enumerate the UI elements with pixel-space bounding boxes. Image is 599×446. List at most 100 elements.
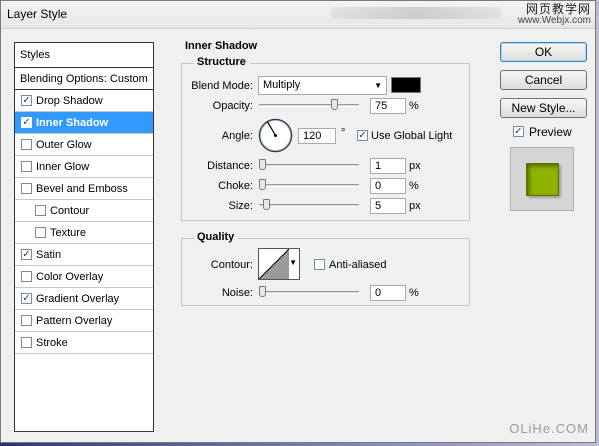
style-item-inner-shadow[interactable]: ✓ Inner Shadow	[15, 112, 153, 134]
shadow-color-swatch[interactable]	[391, 77, 421, 93]
style-item-checkbox[interactable]	[21, 183, 32, 194]
preview-label: Preview	[529, 125, 572, 139]
structure-title: Structure	[194, 56, 250, 68]
contour-linear-icon	[259, 249, 289, 279]
chevron-down-icon: ▼	[374, 81, 382, 90]
style-item-checkbox[interactable]: ✓	[21, 249, 32, 260]
style-item-bevel-and-emboss[interactable]: Bevel and Emboss	[15, 178, 153, 200]
noise-slider-thumb[interactable]	[259, 286, 266, 297]
choke-slider-thumb[interactable]	[259, 179, 266, 190]
style-item-checkbox[interactable]	[35, 205, 46, 216]
style-item-stroke[interactable]: Stroke	[15, 332, 153, 354]
style-item-pattern-overlay[interactable]: Pattern Overlay	[15, 310, 153, 332]
layer-style-dialog: Layer Style 网页教学网 www.Webjx.com Styles B…	[0, 0, 596, 443]
style-item-checkbox[interactable]	[21, 271, 32, 282]
angle-dial[interactable]	[258, 118, 293, 153]
style-item-checkbox[interactable]	[21, 161, 32, 172]
choke-label: Choke:	[218, 180, 253, 192]
blurred-title-text	[331, 7, 501, 19]
choke-slider-track[interactable]	[259, 184, 359, 187]
style-item-satin[interactable]: ✓ Satin	[15, 244, 153, 266]
size-slider-thumb[interactable]	[263, 199, 270, 210]
style-item-label: Outer Glow	[36, 138, 92, 151]
distance-slider-thumb[interactable]	[259, 159, 266, 170]
distance-slider-track[interactable]	[259, 164, 359, 167]
style-item-checkbox[interactable]	[21, 337, 32, 348]
title-bar: Layer Style 网页教学网 www.Webjx.com	[1, 1, 595, 29]
styles-header[interactable]: Styles	[15, 43, 153, 68]
style-item-checkbox[interactable]	[21, 139, 32, 150]
opacity-input[interactable]: 75	[370, 98, 406, 114]
angle-unit: °	[341, 127, 346, 139]
watermark-top-line2: www.Webjx.com	[517, 15, 591, 26]
style-item-label: Bevel and Emboss	[36, 182, 128, 195]
style-item-label: Contour	[50, 204, 90, 217]
size-unit: px	[409, 200, 421, 212]
use-global-light-checkbox[interactable]: ✓	[357, 130, 368, 141]
opacity-slider-track[interactable]	[259, 104, 359, 107]
size-input[interactable]: 5	[370, 198, 406, 214]
style-item-outer-glow[interactable]: Outer Glow	[15, 134, 153, 156]
style-item-label: Texture	[50, 226, 87, 239]
style-item-label: Inner Glow	[36, 160, 90, 173]
styles-header-label: Styles	[20, 49, 50, 61]
styles-list: Styles Blending Options: Custom ✓ Drop Sh…	[14, 42, 154, 432]
window-title: Layer Style	[7, 7, 68, 21]
angle-dial-icon	[258, 118, 293, 153]
watermark-bottom: OLiHe.COM	[509, 421, 589, 436]
style-item-checkbox[interactable]	[35, 227, 46, 238]
style-item-label: Gradient Overlay	[36, 292, 120, 305]
distance-input[interactable]: 1	[370, 158, 406, 174]
contour-picker[interactable]: ▼	[258, 248, 300, 280]
blend-mode-label: Blend Mode:	[191, 80, 253, 92]
noise-slider-track[interactable]	[259, 291, 359, 294]
size-slider-track[interactable]	[259, 204, 359, 207]
preview-swatch	[526, 163, 559, 196]
size-label: Size:	[228, 200, 253, 212]
style-item-label: Color Overlay	[36, 270, 104, 283]
style-item-checkbox[interactable]: ✓	[21, 293, 32, 304]
style-item-texture[interactable]: Texture	[15, 222, 153, 244]
angle-input[interactable]: 120	[298, 128, 336, 144]
anti-aliased-label: Anti-aliased	[329, 259, 387, 271]
style-item-label: Pattern Overlay	[36, 314, 113, 327]
distance-unit: px	[409, 160, 421, 172]
preview-checkbox[interactable]: ✓	[513, 126, 524, 137]
style-item-inner-glow[interactable]: Inner Glow	[15, 156, 153, 178]
watermark-top-line1: 网页教学网	[525, 2, 591, 16]
choke-unit: %	[409, 180, 419, 192]
new-style-button[interactable]: New Style...	[500, 98, 587, 118]
blending-options-item[interactable]: Blending Options: Custom	[15, 68, 153, 90]
noise-input[interactable]: 0	[370, 285, 406, 301]
blend-mode-select[interactable]: Multiply ▼	[258, 76, 387, 95]
choke-input[interactable]: 0	[370, 178, 406, 194]
inner-shadow-title: Inner Shadow	[182, 40, 262, 52]
use-global-light-label: Use Global Light	[371, 130, 453, 142]
style-item-checkbox[interactable]: ✓	[21, 95, 32, 106]
style-item-color-overlay[interactable]: Color Overlay	[15, 266, 153, 288]
opacity-slider-thumb[interactable]	[331, 99, 338, 110]
angle-label: Angle:	[221, 130, 253, 142]
distance-label: Distance:	[207, 160, 253, 172]
anti-aliased-checkbox[interactable]	[314, 259, 325, 270]
noise-unit: %	[409, 287, 419, 299]
style-item-drop-shadow[interactable]: ✓ Drop Shadow	[15, 90, 153, 112]
opacity-label: Opacity:	[212, 100, 253, 112]
contour-label: Contour:	[210, 259, 253, 271]
ok-button[interactable]: OK	[500, 42, 587, 62]
style-item-checkbox[interactable]: ✓	[21, 117, 32, 128]
style-item-checkbox[interactable]	[21, 315, 32, 326]
style-item-gradient-overlay[interactable]: ✓ Gradient Overlay	[15, 288, 153, 310]
style-item-label: Drop Shadow	[36, 94, 103, 107]
style-item-label: Satin	[36, 248, 62, 261]
watermark-top: 网页教学网 www.Webjx.com	[518, 3, 591, 27]
blending-options-label: Blending Options: Custom	[20, 72, 148, 85]
quality-title: Quality	[194, 231, 239, 243]
style-item-label: Inner Shadow	[36, 116, 109, 129]
blend-mode-value: Multiply	[263, 79, 301, 91]
style-item-label: Stroke	[36, 336, 68, 349]
opacity-unit: %	[409, 100, 419, 112]
style-item-contour[interactable]: Contour	[15, 200, 153, 222]
cancel-button[interactable]: Cancel	[500, 70, 587, 90]
chevron-down-icon: ▼	[289, 258, 297, 267]
